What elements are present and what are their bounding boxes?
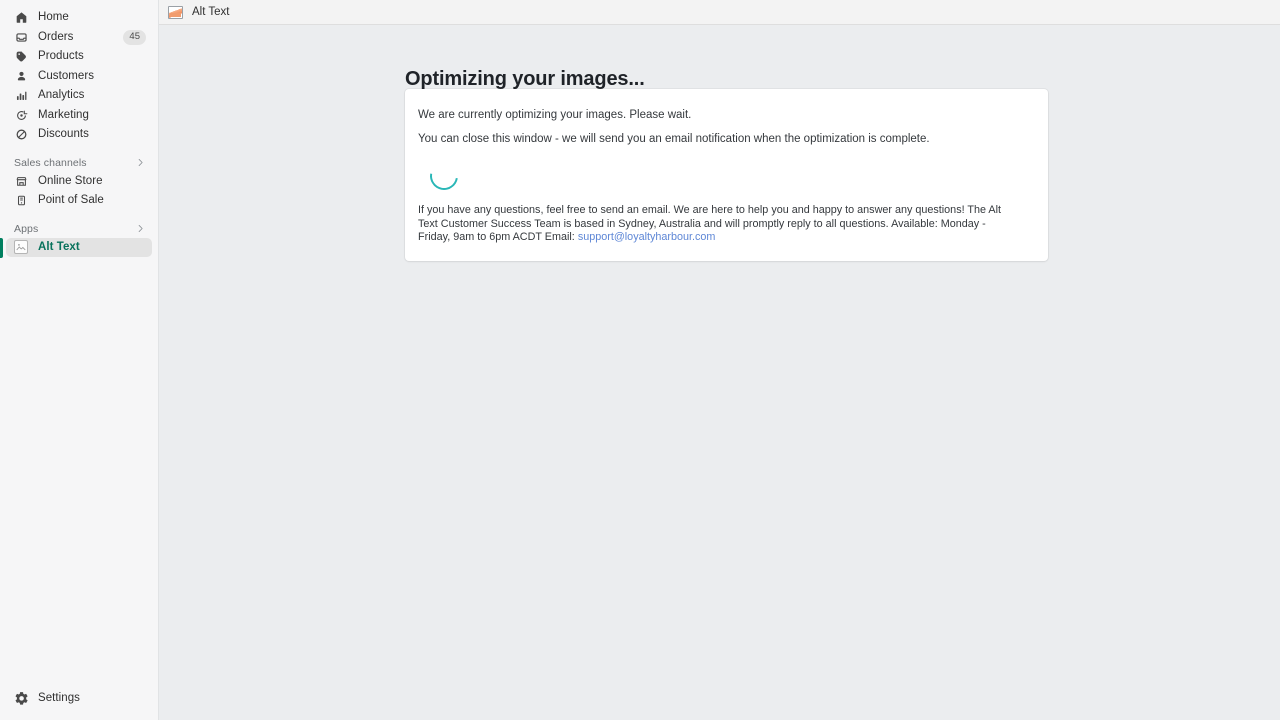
- sidebar-item-label: Customers: [38, 69, 95, 82]
- sidebar-item-discounts[interactable]: Discounts: [6, 125, 152, 145]
- sidebar-item-label: Alt Text: [38, 240, 80, 253]
- status-line-primary: We are currently optimizing your images.…: [418, 109, 692, 121]
- sidebar-item-label: Products: [38, 50, 84, 63]
- sidebar-item-marketing[interactable]: Marketing: [6, 106, 152, 126]
- sidebar-item-customers[interactable]: Customers: [6, 67, 152, 87]
- sidebar-section-sales-channels[interactable]: Sales channels: [6, 154, 152, 172]
- sidebar-item-label: Discounts: [38, 128, 89, 141]
- support-email-link[interactable]: support@loyaltyharbour.com: [578, 231, 716, 243]
- sidebar-nav: Home Orders 45 Products Customers Analyt…: [0, 0, 158, 688]
- online-store-icon: [14, 174, 28, 188]
- orders-icon: [14, 30, 28, 44]
- orders-count-badge: 45: [123, 29, 146, 45]
- sidebar-item-online-store[interactable]: Online Store: [6, 172, 152, 192]
- sidebar-item-orders[interactable]: Orders 45: [6, 28, 152, 48]
- sidebar-item-products[interactable]: Products: [6, 47, 152, 67]
- section-label: Sales channels: [14, 156, 87, 169]
- sidebar-item-label: Analytics: [38, 89, 85, 102]
- sidebar-item-label: Home: [38, 11, 69, 24]
- sidebar-item-label: Online Store: [38, 174, 103, 187]
- loading-spinner-arc: [424, 156, 464, 196]
- sidebar-item-analytics[interactable]: Analytics: [6, 86, 152, 106]
- sidebar-item-settings[interactable]: Settings: [6, 688, 152, 708]
- main-content: Optimizing your images... We are current…: [159, 26, 1280, 720]
- selected-item-indicator: [0, 237, 3, 258]
- marketing-icon: [14, 108, 28, 122]
- sidebar-item-alt-text[interactable]: Alt Text: [6, 237, 152, 257]
- top-bar: Alt Text: [159, 0, 1280, 25]
- sidebar-section-apps[interactable]: Apps: [6, 220, 152, 238]
- sidebar: Home Orders 45 Products Customers Analyt…: [0, 0, 159, 720]
- chevron-right-icon[interactable]: [135, 223, 146, 234]
- point-of-sale-icon: [14, 194, 28, 208]
- loading-spinner: [424, 156, 464, 196]
- status-line-secondary: You can close this window - we will send…: [418, 133, 930, 145]
- discounts-icon: [14, 128, 28, 142]
- home-icon: [14, 11, 28, 25]
- products-icon: [14, 50, 28, 64]
- sidebar-item-label: Settings: [38, 691, 80, 704]
- sidebar-item-label: Marketing: [38, 108, 89, 121]
- sidebar-item-label: Orders: [38, 30, 74, 43]
- app-title-label: Alt Text: [192, 6, 230, 18]
- app-title-chip[interactable]: Alt Text: [168, 5, 230, 19]
- image-app-icon: [168, 5, 183, 19]
- support-help-text: If you have any questions, feel free to …: [418, 204, 1014, 245]
- sidebar-item-home[interactable]: Home: [6, 8, 152, 28]
- customers-icon: [14, 69, 28, 83]
- chevron-right-icon[interactable]: [135, 157, 146, 168]
- app-root: Home Orders 45 Products Customers Analyt…: [0, 0, 1280, 720]
- sidebar-footer: Settings: [0, 688, 158, 720]
- gear-icon: [14, 691, 28, 705]
- sidebar-item-point-of-sale[interactable]: Point of Sale: [6, 191, 152, 211]
- sidebar-item-label: Point of Sale: [38, 194, 104, 207]
- app-icon: [14, 240, 28, 255]
- section-label: Apps: [14, 222, 39, 235]
- analytics-icon: [14, 89, 28, 103]
- nav-spacer-2: [0, 211, 158, 220]
- status-card: We are currently optimizing your images.…: [405, 89, 1048, 261]
